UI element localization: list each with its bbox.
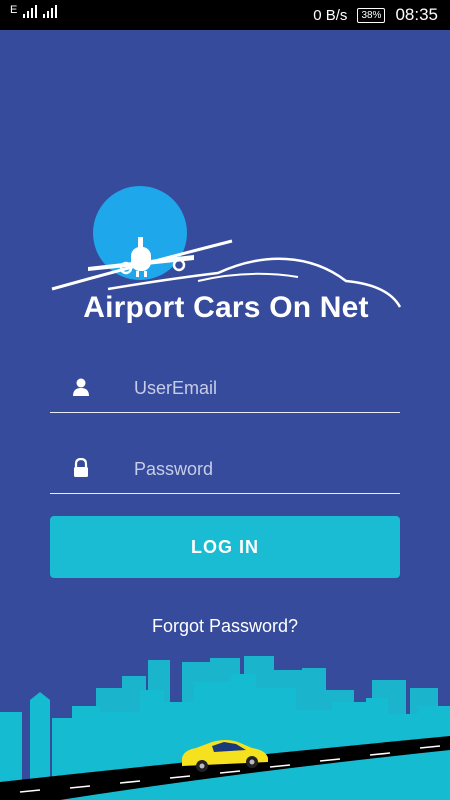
password-field-row — [50, 443, 400, 494]
signal-strength-icon — [23, 4, 38, 18]
data-speed: 0 B/s — [313, 6, 348, 24]
forgot-password-link[interactable]: Forgot Password? — [0, 616, 450, 637]
network-type-label: E — [10, 4, 18, 16]
login-button[interactable]: LOG IN — [50, 516, 400, 578]
password-input[interactable] — [132, 453, 396, 485]
app-logo: Airport Cars On Net — [48, 185, 404, 335]
status-right: 0 B/s 38% 08:35 — [313, 5, 438, 25]
email-input[interactable] — [132, 372, 396, 404]
email-field-row — [50, 362, 400, 413]
lock-icon — [74, 458, 88, 477]
app-title: Airport Cars On Net — [83, 291, 369, 324]
city-skyline-illustration — [0, 656, 450, 800]
status-bar: E 0 B/s 38% 08:35 — [0, 0, 450, 30]
battery-icon: 38% — [357, 7, 386, 23]
signal-indicators: E — [10, 4, 58, 18]
clock: 08:35 — [395, 5, 438, 24]
signal-strength-2-icon — [43, 4, 58, 18]
user-icon — [73, 378, 89, 396]
